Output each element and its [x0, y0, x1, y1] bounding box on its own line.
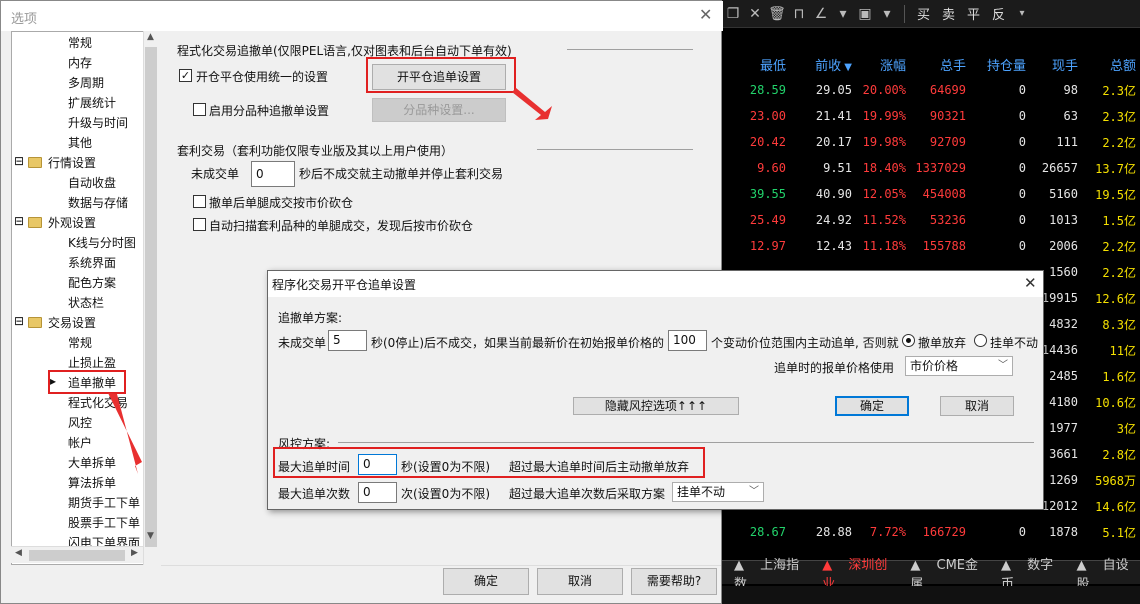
chase-ticks-input[interactable]: 100	[668, 330, 707, 351]
price-type-label: 追单时的报单价格使用	[774, 361, 895, 375]
cancel-abandon-label: 撤单放弃	[918, 336, 967, 350]
dialog-title: 程序化交易开平仓追单设置	[272, 278, 417, 292]
chase-prefix: 未成交单	[278, 336, 327, 350]
keep-order-label: 挂单不动	[990, 336, 1039, 350]
max-count-label: 最大追单次数	[278, 487, 351, 501]
close-icon[interactable]: ✕	[1024, 274, 1037, 292]
dialog-titlebar: 程序化交易开平仓追单设置 ✕	[268, 271, 1043, 297]
max-count-desc: 超过最大追单次数后采取方案	[509, 487, 666, 501]
hide-risk-options-button[interactable]: 隐藏风控选项↑↑↑	[573, 397, 739, 415]
chevron-down-icon: ﹀	[749, 486, 759, 497]
cancel-abandon-radio[interactable]	[902, 334, 915, 347]
max-count-unit: 次(设置0为不限)	[401, 487, 490, 501]
max-count-action-select[interactable]: 挂单不动 ﹀	[672, 482, 764, 502]
divider	[338, 442, 1034, 443]
chase-suffix-text: 个变动价位范围内主动追单, 否则就	[711, 336, 899, 350]
chase-scheme-label: 追撤单方案:	[278, 311, 343, 325]
max-time-label: 最大追单时间	[278, 460, 351, 474]
max-time-desc: 超过最大追单时间后主动撤单放弃	[509, 460, 690, 474]
dialog-cancel-button[interactable]: 取消	[940, 396, 1014, 416]
arrow-to-tree-item	[108, 393, 142, 474]
max-count-input[interactable]: 0	[358, 482, 397, 503]
dialog-ok-button[interactable]: 确定	[835, 396, 909, 416]
max-time-input[interactable]: 0	[358, 454, 397, 475]
chase-mid-text: 秒(0停止)后不成交，如果当前最新价在初始报单价格的	[371, 336, 665, 350]
max-time-unit: 秒(设置0为不限)	[401, 460, 490, 474]
chase-seconds-input[interactable]: 5	[328, 330, 367, 351]
chevron-down-icon: ﹀	[998, 360, 1008, 371]
risk-scheme-label: 风控方案:	[278, 437, 331, 451]
keep-order-radio[interactable]	[974, 334, 987, 347]
price-type-select[interactable]: 市价价格 ﹀	[905, 356, 1013, 376]
chase-settings-dialog: 程序化交易开平仓追单设置 ✕ 追撤单方案: 未成交单 5 秒(0停止)后不成交，…	[267, 270, 1044, 510]
arrow-to-settings-button	[512, 88, 552, 120]
